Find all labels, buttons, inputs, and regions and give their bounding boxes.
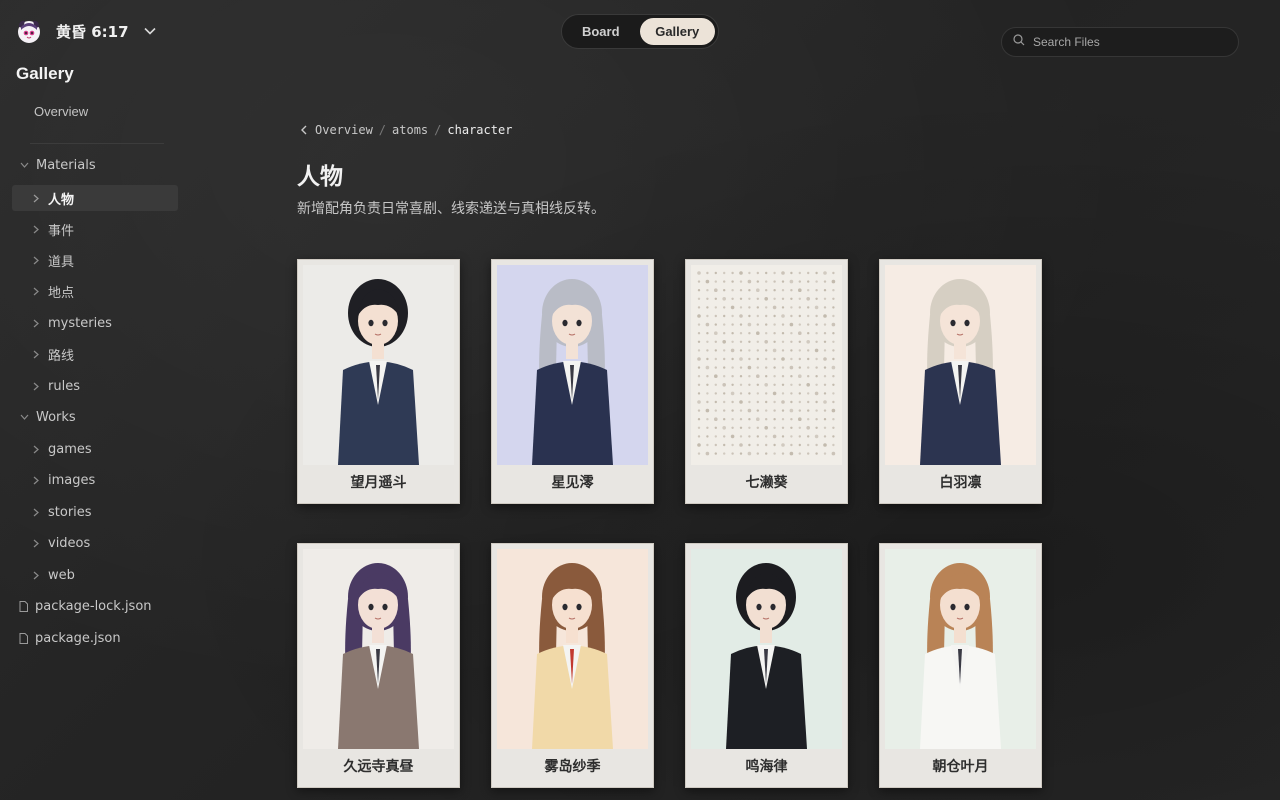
sidebar-item-images[interactable]: images [12, 467, 178, 493]
workspace-switcher[interactable]: 黄昏 6:17 [16, 18, 157, 44]
gallery-view-button[interactable]: Gallery [639, 18, 715, 45]
character-name: 朝仓叶月 [932, 759, 989, 775]
chevron-right-icon [31, 224, 41, 234]
search-input[interactable] [1033, 35, 1223, 49]
workspace-title: 黄昏 6:17 [56, 22, 129, 41]
chevron-down-icon[interactable] [143, 24, 157, 38]
sidebar-item-events[interactable]: 事件 [12, 216, 178, 242]
character-card[interactable]: 望月遥斗 [297, 259, 460, 504]
chevron-right-icon [31, 538, 41, 548]
search-box [1001, 27, 1239, 57]
character-card[interactable]: 雾岛纱季 [491, 543, 654, 788]
file-icon [19, 632, 29, 644]
page-title: 人物 [297, 164, 343, 190]
breadcrumb-character: character [447, 123, 513, 137]
chevron-right-icon [31, 286, 41, 296]
character-name: 久远寺真昼 [343, 759, 414, 775]
sidebar-item-label: games [48, 441, 92, 457]
sidebar-group-works[interactable]: Works [12, 404, 178, 430]
character-portrait-image [303, 549, 454, 749]
sidebar-item-label: videos [48, 535, 91, 551]
breadcrumb-separator: / [378, 123, 387, 137]
sidebar-overview-link[interactable]: Overview [34, 104, 88, 119]
chevron-right-icon [31, 255, 41, 265]
file-icon [19, 600, 29, 612]
chevron-right-icon [31, 475, 41, 485]
chevron-left-icon[interactable] [300, 125, 310, 135]
character-card[interactable]: 星见澪 [491, 259, 654, 504]
breadcrumb-overview[interactable]: Overview [315, 123, 373, 137]
sidebar-group-label: Works [36, 409, 76, 425]
sidebar-item-label: mysteries [48, 315, 112, 331]
chevron-right-icon [31, 318, 41, 328]
sidebar-item-label: stories [48, 504, 92, 520]
sidebar-item-label: 事件 [48, 223, 75, 239]
breadcrumb-separator: / [434, 123, 442, 137]
sidebar-file-label: package-lock.json [35, 598, 152, 614]
character-card[interactable]: 鸣海律 [685, 543, 848, 788]
character-name: 望月遥斗 [350, 475, 407, 491]
character-portrait-image [497, 549, 648, 749]
sidebar-file-package[interactable]: package.json [12, 625, 178, 651]
sidebar-item-label: images [48, 472, 96, 488]
chevron-down-icon [19, 412, 29, 422]
sidebar-item-routes[interactable]: 路线 [12, 341, 178, 367]
chevron-right-icon [31, 381, 41, 391]
search-icon [1013, 33, 1025, 51]
sidebar-item-label: 人物 [48, 192, 75, 208]
character-portrait-image [885, 265, 1036, 465]
sidebar-heading: Gallery [16, 64, 74, 83]
sidebar-item-videos[interactable]: videos [12, 530, 178, 556]
character-portrait-image [691, 549, 842, 749]
sidebar-item-locations[interactable]: 地点 [12, 278, 178, 304]
character-card[interactable]: 久远寺真昼 [297, 543, 460, 788]
character-name: 鸣海律 [745, 759, 788, 775]
sidebar-group-label: Materials [36, 157, 96, 173]
chevron-right-icon [31, 444, 41, 454]
sidebar-item-mysteries[interactable]: mysteries [12, 310, 178, 336]
sidebar-divider [30, 143, 164, 144]
sidebar-item-props[interactable]: 道具 [12, 247, 178, 273]
sidebar-item-people[interactable]: 人物 [12, 185, 178, 211]
character-card[interactable]: 朝仓叶月 [879, 543, 1042, 788]
view-toggle: Board Gallery [561, 14, 719, 49]
breadcrumb-atoms[interactable]: atoms [392, 123, 428, 137]
sidebar-item-label: 地点 [48, 285, 75, 301]
sidebar-item-label: rules [48, 378, 80, 394]
character-name: 雾岛纱季 [544, 759, 601, 775]
placeholder-dot-pattern-image [691, 265, 842, 465]
sidebar-file-label: package.json [35, 630, 121, 646]
page-description: 新增配角负责日常喜剧、线索递送与真相线反转。 [297, 201, 605, 217]
chevron-right-icon [31, 193, 41, 203]
character-name: 白羽凛 [939, 475, 982, 491]
workspace-logo-icon [16, 18, 42, 44]
sidebar-item-label: web [48, 567, 75, 583]
character-name: 七濑葵 [745, 475, 788, 491]
sidebar-item-label: 道具 [48, 254, 75, 270]
chevron-down-icon [19, 160, 29, 170]
character-portrait-image [303, 265, 454, 465]
character-card[interactable]: 白羽凛 [879, 259, 1042, 504]
character-portrait-image [885, 549, 1036, 749]
sidebar-item-stories[interactable]: stories [12, 499, 178, 525]
character-portrait-image [497, 265, 648, 465]
sidebar: 黄昏 6:17 Gallery Overview Materials 人物 事件… [0, 0, 190, 800]
sidebar-item-rules[interactable]: rules [12, 373, 178, 399]
chevron-right-icon [31, 507, 41, 517]
chevron-right-icon [31, 349, 41, 359]
sidebar-file-package-lock[interactable]: package-lock.json [12, 593, 178, 619]
sidebar-group-materials[interactable]: Materials [12, 152, 178, 178]
sidebar-item-web[interactable]: web [12, 562, 178, 588]
chevron-right-icon [31, 570, 41, 580]
sidebar-item-label: 路线 [48, 348, 75, 364]
board-view-button[interactable]: Board [565, 18, 637, 45]
sidebar-item-games[interactable]: games [12, 436, 178, 462]
breadcrumb: Overview / atoms / character [300, 123, 512, 137]
character-name: 星见澪 [551, 475, 594, 491]
character-card[interactable]: 七濑葵 [685, 259, 848, 504]
